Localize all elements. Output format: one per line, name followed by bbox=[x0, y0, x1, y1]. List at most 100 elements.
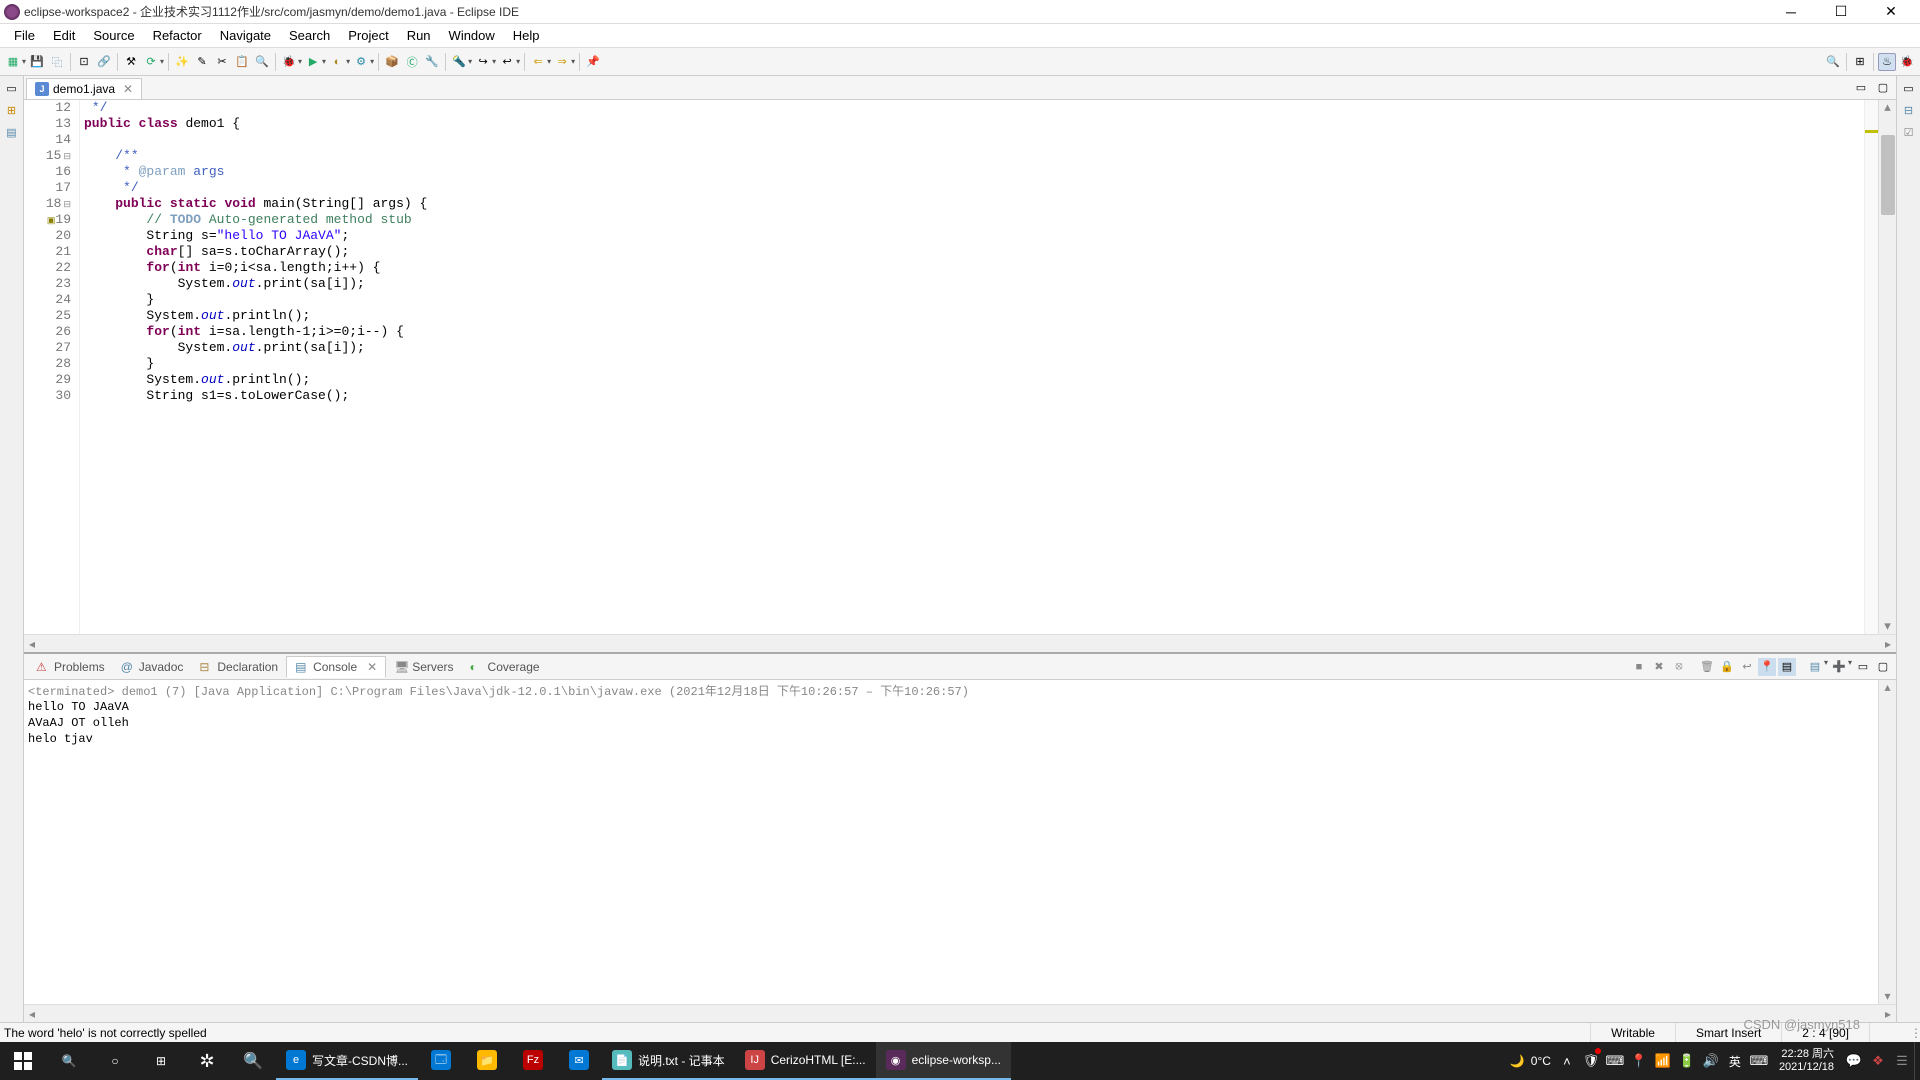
console-maximize-button[interactable]: ▢ bbox=[1874, 658, 1892, 676]
refresh-button[interactable]: ⟳ bbox=[142, 53, 160, 71]
close-button[interactable]: ✕ bbox=[1876, 2, 1906, 22]
new-package-button[interactable]: 📦 bbox=[383, 53, 401, 71]
console-minimize-button[interactable]: ▭ bbox=[1854, 658, 1872, 676]
nav2-button[interactable]: ↩ bbox=[498, 53, 516, 71]
menu-refactor[interactable]: Refactor bbox=[145, 26, 210, 45]
app-icon-1[interactable]: ✲ bbox=[184, 1042, 230, 1080]
menu-project[interactable]: Project bbox=[340, 26, 396, 45]
tray-wifi-icon[interactable]: 📶 bbox=[1651, 1042, 1675, 1080]
menu-file[interactable]: File bbox=[6, 26, 43, 45]
maximize-button[interactable]: ☐ bbox=[1826, 2, 1856, 22]
tray-volume-icon[interactable]: 🔊 bbox=[1699, 1042, 1723, 1080]
tray-ime-icon[interactable]: 英 bbox=[1723, 1042, 1747, 1080]
wand-button[interactable]: ✨ bbox=[173, 53, 191, 71]
tab-declaration[interactable]: ⊟Declaration bbox=[191, 657, 286, 677]
external-button[interactable]: ⚙ bbox=[352, 53, 370, 71]
debug-button[interactable]: 🐞 bbox=[280, 53, 298, 71]
menu-window[interactable]: Window bbox=[441, 26, 503, 45]
new-button[interactable]: ▦ bbox=[4, 53, 22, 71]
console-show-button[interactable]: ▤ bbox=[1778, 658, 1796, 676]
tray-keyboard-icon[interactable]: ⌨ bbox=[1603, 1042, 1627, 1080]
perspective-java-button[interactable]: ♨ bbox=[1878, 53, 1896, 71]
editor-maximize-button[interactable]: ▢ bbox=[1874, 79, 1892, 97]
tray-chevron-icon[interactable]: ˄ bbox=[1555, 1042, 1579, 1080]
tab-problems[interactable]: ⚠Problems bbox=[28, 657, 113, 677]
taskbar-app[interactable]: 🗔 bbox=[418, 1042, 464, 1080]
editor-tab-demo1[interactable]: J demo1.java ✕ bbox=[26, 78, 142, 99]
menu-navigate[interactable]: Navigate bbox=[212, 26, 279, 45]
build-button[interactable]: ⚒ bbox=[122, 53, 140, 71]
console-display-button[interactable]: ▤ bbox=[1806, 658, 1824, 676]
perspective-debug-button[interactable]: 🐞 bbox=[1898, 53, 1916, 71]
console-horizontal-scrollbar[interactable]: ◂▸ bbox=[24, 1004, 1896, 1022]
tray-app1-icon[interactable]: ❖ bbox=[1866, 1042, 1890, 1080]
search2-button[interactable]: 🔦 bbox=[450, 53, 468, 71]
weather-widget[interactable]: 🌙0°C bbox=[1506, 1042, 1555, 1080]
taskbar-app[interactable]: IJCerizoHTML [E:... bbox=[735, 1042, 876, 1080]
pin-button[interactable]: 📌 bbox=[584, 53, 602, 71]
task-view-button[interactable]: ⊞ bbox=[138, 1042, 184, 1080]
tab-console[interactable]: ▤Console✕ bbox=[286, 656, 386, 678]
nav1-button[interactable]: ↪ bbox=[474, 53, 492, 71]
edit2-button[interactable]: ✂ bbox=[213, 53, 231, 71]
menu-run[interactable]: Run bbox=[399, 26, 439, 45]
tab-servers[interactable]: 🖥Servers bbox=[386, 657, 461, 677]
editor-horizontal-scrollbar[interactable]: ◂ ▸ bbox=[24, 634, 1896, 652]
show-desktop-button[interactable] bbox=[1914, 1042, 1920, 1080]
tray-security-icon[interactable]: 🛡 bbox=[1579, 1042, 1603, 1080]
coverage-button[interactable]: ◐ bbox=[328, 53, 346, 71]
outline-icon[interactable]: ⊟ bbox=[1901, 102, 1917, 118]
toggle-button[interactable]: ⊡ bbox=[75, 53, 93, 71]
forward-button[interactable]: ⇒ bbox=[553, 53, 571, 71]
code-editor[interactable]: 12131415⊟161718⊟▣19202122232425262728293… bbox=[24, 100, 1896, 634]
console-tab-close[interactable]: ✕ bbox=[367, 660, 377, 674]
run-button[interactable]: ▶ bbox=[304, 53, 322, 71]
edit3-button[interactable]: 📋 bbox=[233, 53, 251, 71]
taskbar-app[interactable]: Fz bbox=[510, 1042, 556, 1080]
restore-icon[interactable]: ▭ bbox=[4, 80, 20, 96]
app-icon-2[interactable]: 🔍 bbox=[230, 1042, 276, 1080]
taskbar-clock[interactable]: 22:28 周六 2021/12/18 bbox=[1771, 1048, 1842, 1074]
console-terminate-button[interactable]: ■ bbox=[1630, 658, 1648, 676]
tab-coverage[interactable]: ◐Coverage bbox=[462, 657, 548, 677]
tray-ime2-icon[interactable]: ⌨ bbox=[1747, 1042, 1771, 1080]
tray-battery-icon[interactable]: 🔋 bbox=[1675, 1042, 1699, 1080]
console-output[interactable]: <terminated> demo1 (7) [Java Application… bbox=[24, 680, 1896, 1004]
edit4-button[interactable]: 🔍 bbox=[253, 53, 271, 71]
link-button[interactable]: 🔗 bbox=[95, 53, 113, 71]
console-new-button[interactable]: ➕ bbox=[1830, 658, 1848, 676]
console-clear-button[interactable]: 🗑 bbox=[1698, 658, 1716, 676]
edit1-button[interactable]: ✎ bbox=[193, 53, 211, 71]
navigator-icon[interactable]: ▤ bbox=[4, 124, 20, 140]
code-area[interactable]: */public class demo1 { /** * @param args… bbox=[80, 100, 1864, 634]
search-button[interactable]: 🔍 bbox=[46, 1042, 92, 1080]
task-list-icon[interactable]: ☑ bbox=[1901, 124, 1917, 140]
perspective-open-button[interactable]: ⊞ bbox=[1851, 53, 1869, 71]
taskbar-app[interactable]: ✉ bbox=[556, 1042, 602, 1080]
menu-search[interactable]: Search bbox=[281, 26, 338, 45]
save-button[interactable]: 💾 bbox=[28, 53, 46, 71]
taskbar-app[interactable]: e写文章-CSDN博... bbox=[276, 1042, 418, 1080]
taskbar-app[interactable]: ◉eclipse-worksp... bbox=[876, 1042, 1011, 1080]
tray-app2-icon[interactable]: ☰ bbox=[1890, 1042, 1914, 1080]
menu-edit[interactable]: Edit bbox=[45, 26, 83, 45]
search-icon[interactable]: 🔍 bbox=[1824, 53, 1842, 71]
start-button[interactable] bbox=[0, 1042, 46, 1080]
minimize-button[interactable]: ─ bbox=[1776, 2, 1806, 22]
menu-source[interactable]: Source bbox=[85, 26, 142, 45]
taskbar-app[interactable]: 📁 bbox=[464, 1042, 510, 1080]
restore-right-icon[interactable]: ▭ bbox=[1901, 80, 1917, 96]
taskbar-app[interactable]: 📄说明.txt - 记事本 bbox=[602, 1042, 735, 1080]
console-scroll-lock-button[interactable]: 🔒 bbox=[1718, 658, 1736, 676]
console-word-wrap-button[interactable]: ↩ bbox=[1738, 658, 1756, 676]
new-class-button[interactable]: Ⓒ bbox=[403, 53, 421, 71]
editor-minimize-button[interactable]: ▭ bbox=[1852, 79, 1870, 97]
menu-help[interactable]: Help bbox=[505, 26, 548, 45]
tab-close-button[interactable]: ✕ bbox=[123, 82, 133, 96]
cortana-button[interactable]: ○ bbox=[92, 1042, 138, 1080]
console-remove-button[interactable]: ✖ bbox=[1650, 658, 1668, 676]
tray-location-icon[interactable]: 📍 bbox=[1627, 1042, 1651, 1080]
console-remove-all-button[interactable]: ⦻ bbox=[1670, 658, 1688, 676]
package-explorer-icon[interactable]: ⊞ bbox=[4, 102, 20, 118]
console-vertical-scrollbar[interactable]: ▴ ▾ bbox=[1878, 680, 1896, 1004]
